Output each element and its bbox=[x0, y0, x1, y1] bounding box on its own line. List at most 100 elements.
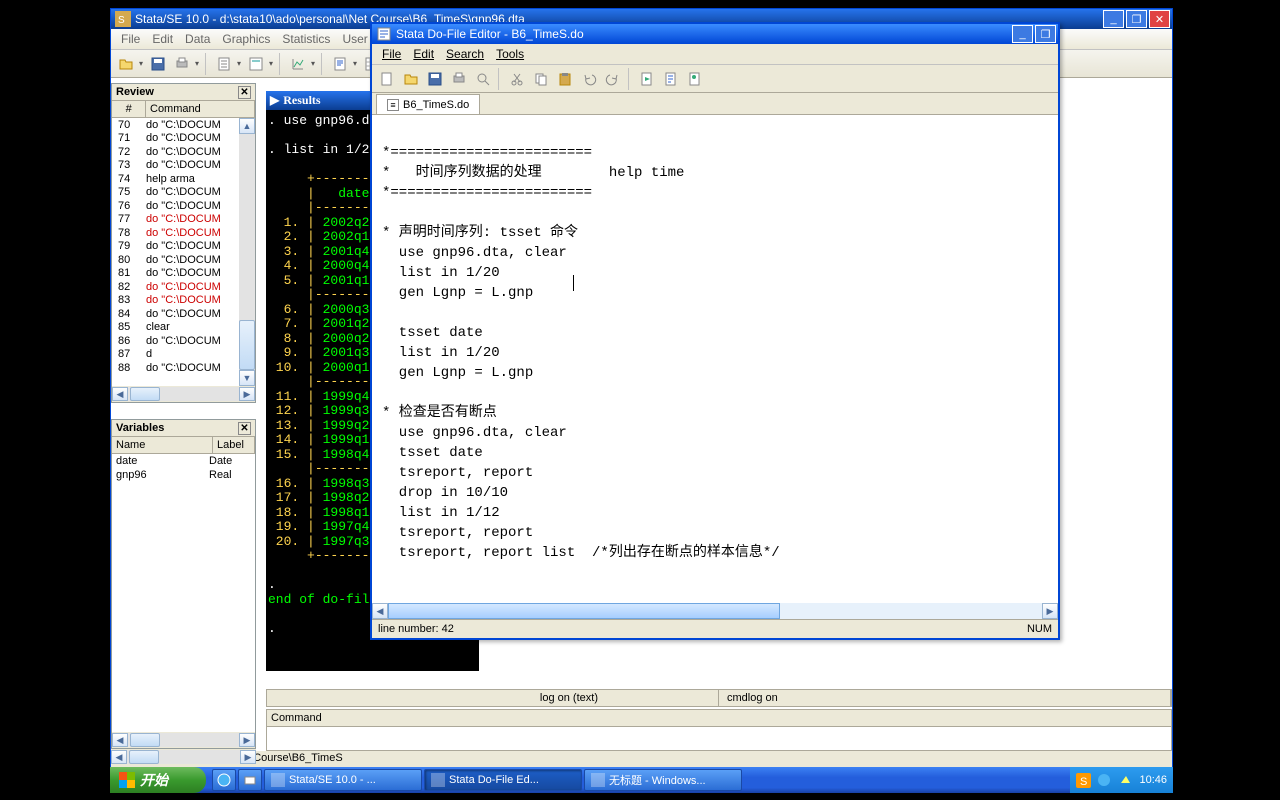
minimize-button[interactable]: _ bbox=[1103, 10, 1124, 28]
viewer-dropdown[interactable]: ▾ bbox=[267, 59, 275, 68]
tray-icon[interactable] bbox=[1118, 773, 1133, 788]
start-button[interactable]: 开始 bbox=[110, 767, 206, 793]
scroll-thumb[interactable] bbox=[129, 750, 159, 764]
vars-hscroll[interactable]: ◀ ▶ bbox=[112, 732, 255, 748]
task-button[interactable]: Stata Do-File Ed... bbox=[424, 769, 582, 791]
scroll-down-icon[interactable]: ▼ bbox=[239, 370, 255, 386]
review-row[interactable]: 72do "C:\DOCUM bbox=[112, 145, 255, 159]
close-button[interactable]: ✕ bbox=[1149, 10, 1170, 28]
scroll-thumb[interactable] bbox=[388, 603, 780, 619]
new-icon[interactable] bbox=[376, 68, 398, 90]
editor-hscroll[interactable]: ◀ ▶ bbox=[372, 603, 1058, 619]
paste-icon[interactable] bbox=[554, 68, 576, 90]
bottom-hscroll[interactable]: ◀ ▶ bbox=[111, 749, 256, 765]
dofile-menu-tools[interactable]: Tools bbox=[490, 45, 530, 63]
review-row[interactable]: 71do "C:\DOCUM bbox=[112, 132, 255, 146]
var-header-name[interactable]: Name bbox=[112, 437, 213, 453]
scroll-left-icon[interactable]: ◀ bbox=[112, 387, 128, 401]
review-close-icon[interactable]: ✕ bbox=[238, 86, 251, 99]
command-input[interactable] bbox=[267, 727, 1171, 749]
cut-icon[interactable] bbox=[506, 68, 528, 90]
review-vscroll[interactable]: ▲ ▼ bbox=[239, 118, 255, 386]
system-tray[interactable]: S 10:46 bbox=[1070, 767, 1173, 793]
scroll-thumb[interactable] bbox=[130, 733, 160, 747]
review-row[interactable]: 76do "C:\DOCUM bbox=[112, 199, 255, 213]
graph-dropdown[interactable]: ▾ bbox=[309, 59, 317, 68]
menu-statistics[interactable]: Statistics bbox=[276, 30, 336, 48]
preview-icon[interactable] bbox=[684, 68, 706, 90]
scroll-left-icon[interactable]: ◀ bbox=[372, 603, 388, 619]
review-row[interactable]: 78do "C:\DOCUM bbox=[112, 226, 255, 240]
save-icon[interactable] bbox=[147, 53, 169, 75]
menu-user[interactable]: User bbox=[336, 30, 373, 48]
dofile-title-bar[interactable]: Stata Do-File Editor - B6_TimeS.do _ ❐ bbox=[372, 24, 1058, 44]
review-row[interactable]: 88do "C:\DOCUM bbox=[112, 361, 255, 375]
menu-file[interactable]: File bbox=[115, 30, 146, 48]
review-row[interactable]: 82do "C:\DOCUM bbox=[112, 280, 255, 294]
quicklaunch[interactable] bbox=[212, 769, 236, 791]
print-icon[interactable] bbox=[171, 53, 193, 75]
review-hscroll[interactable]: ◀ ▶ bbox=[112, 386, 255, 402]
viewer-icon[interactable] bbox=[245, 53, 267, 75]
open-dropdown[interactable]: ▾ bbox=[137, 59, 145, 68]
menu-edit[interactable]: Edit bbox=[146, 30, 179, 48]
dofile-menu-file[interactable]: File bbox=[376, 45, 407, 63]
dofile-minimize-button[interactable]: _ bbox=[1012, 25, 1033, 43]
review-row[interactable]: 83do "C:\DOCUM bbox=[112, 294, 255, 308]
scroll-right-icon[interactable]: ▶ bbox=[239, 387, 255, 401]
review-row[interactable]: 74help arma bbox=[112, 172, 255, 186]
dofile-menu-search[interactable]: Search bbox=[440, 45, 490, 63]
scroll-left-icon[interactable]: ◀ bbox=[112, 733, 128, 747]
save-icon[interactable] bbox=[424, 68, 446, 90]
dofile-menu-edit[interactable]: Edit bbox=[407, 45, 440, 63]
dofile-maximize-button[interactable]: ❐ bbox=[1035, 25, 1056, 43]
review-row[interactable]: 87d bbox=[112, 348, 255, 362]
tray-icon[interactable] bbox=[1097, 773, 1112, 788]
graph-icon[interactable] bbox=[287, 53, 309, 75]
scroll-thumb[interactable] bbox=[239, 320, 255, 370]
copy-icon[interactable] bbox=[530, 68, 552, 90]
do-editor-icon[interactable] bbox=[329, 53, 351, 75]
variables-list[interactable]: dateDategnp96Real bbox=[112, 454, 255, 732]
review-row[interactable]: 85clear bbox=[112, 321, 255, 335]
review-row[interactable]: 81do "C:\DOCUM bbox=[112, 267, 255, 281]
print-dropdown[interactable]: ▾ bbox=[193, 59, 201, 68]
variables-close-icon[interactable]: ✕ bbox=[238, 422, 251, 435]
log-dropdown[interactable]: ▾ bbox=[235, 59, 243, 68]
maximize-button[interactable]: ❐ bbox=[1126, 10, 1147, 28]
review-row[interactable]: 73do "C:\DOCUM bbox=[112, 159, 255, 173]
scroll-right-icon[interactable]: ▶ bbox=[240, 750, 256, 764]
open-icon[interactable] bbox=[400, 68, 422, 90]
review-row[interactable]: 75do "C:\DOCUM bbox=[112, 186, 255, 200]
scroll-right-icon[interactable]: ▶ bbox=[239, 733, 255, 747]
run-icon[interactable] bbox=[660, 68, 682, 90]
var-header-label[interactable]: Label bbox=[213, 437, 255, 453]
tray-icon[interactable]: S bbox=[1076, 773, 1091, 788]
scroll-up-icon[interactable]: ▲ bbox=[239, 118, 255, 134]
redo-icon[interactable] bbox=[602, 68, 624, 90]
scroll-left-icon[interactable]: ◀ bbox=[111, 750, 127, 764]
review-row[interactable]: 86do "C:\DOCUM bbox=[112, 334, 255, 348]
undo-icon[interactable] bbox=[578, 68, 600, 90]
review-row[interactable]: 80do "C:\DOCUM bbox=[112, 253, 255, 267]
menu-graphics[interactable]: Graphics bbox=[216, 30, 276, 48]
task-button[interactable]: Stata/SE 10.0 - ... bbox=[264, 769, 422, 791]
var-row[interactable]: dateDate bbox=[112, 454, 255, 468]
editor-body[interactable]: *======================== * 时间序列数据的处理 he… bbox=[372, 115, 1058, 603]
find-icon[interactable] bbox=[472, 68, 494, 90]
review-row[interactable]: 77do "C:\DOCUM bbox=[112, 213, 255, 227]
clock[interactable]: 10:46 bbox=[1139, 774, 1167, 786]
quicklaunch[interactable] bbox=[238, 769, 262, 791]
task-button[interactable]: 无标题 - Windows... bbox=[584, 769, 742, 791]
print-icon[interactable] bbox=[448, 68, 470, 90]
var-row[interactable]: gnp96Real bbox=[112, 468, 255, 482]
open-icon[interactable] bbox=[115, 53, 137, 75]
scroll-right-icon[interactable]: ▶ bbox=[1042, 603, 1058, 619]
do-icon[interactable] bbox=[636, 68, 658, 90]
review-row[interactable]: 79do "C:\DOCUM bbox=[112, 240, 255, 254]
review-row[interactable]: 84do "C:\DOCUM bbox=[112, 307, 255, 321]
scroll-thumb[interactable] bbox=[130, 387, 160, 401]
menu-data[interactable]: Data bbox=[179, 30, 216, 48]
dofile-tab[interactable]: ≡ B6_TimeS.do bbox=[376, 94, 480, 114]
review-row[interactable]: 70do "C:\DOCUM bbox=[112, 118, 255, 132]
